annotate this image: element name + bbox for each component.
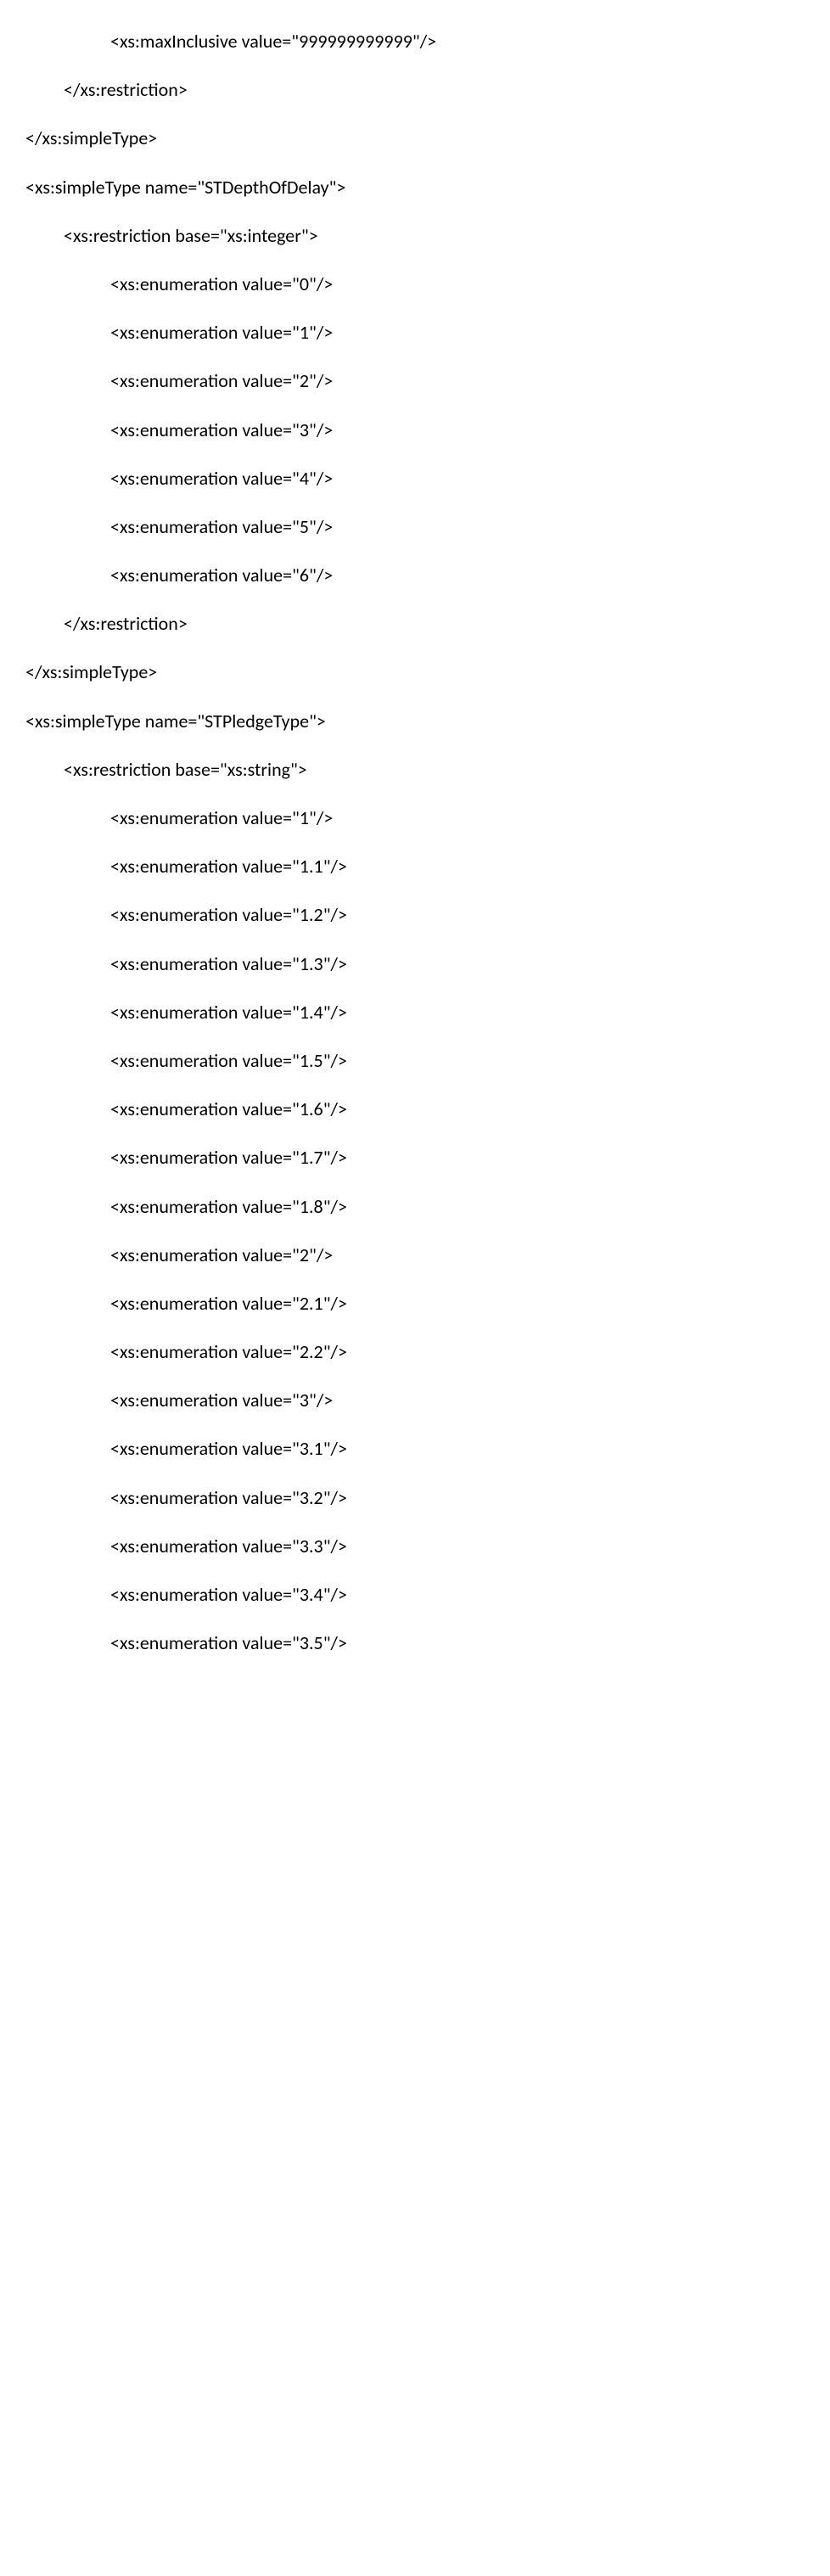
code-line: <xs:simpleType name="STPledgeType"> bbox=[0, 697, 830, 745]
code-line: <xs:enumeration value="1.5"/> bbox=[0, 1036, 830, 1085]
code-line: <xs:enumeration value="2.2"/> bbox=[0, 1327, 830, 1376]
code-line: </xs:restriction> bbox=[0, 65, 830, 114]
code-line: <xs:simpleType name="STDepthOfDelay"> bbox=[0, 163, 830, 211]
xml-code-block: <xs:maxInclusive value="999999999999"/><… bbox=[0, 0, 830, 1701]
code-line: <xs:enumeration value="1.4"/> bbox=[0, 988, 830, 1036]
code-line: <xs:enumeration value="3.2"/> bbox=[0, 1473, 830, 1522]
code-line: <xs:restriction base="xs:string"> bbox=[0, 745, 830, 794]
code-line: <xs:enumeration value="3.4"/> bbox=[0, 1570, 830, 1619]
code-line: </xs:simpleType> bbox=[0, 114, 830, 162]
code-line: <xs:enumeration value="5"/> bbox=[0, 502, 830, 551]
code-line: </xs:restriction> bbox=[0, 599, 830, 648]
code-line: <xs:restriction base="xs:integer"> bbox=[0, 211, 830, 260]
code-line: <xs:enumeration value="2"/> bbox=[0, 1231, 830, 1279]
code-line: <xs:maxInclusive value="999999999999"/> bbox=[0, 17, 830, 65]
code-line: <xs:enumeration value="3.3"/> bbox=[0, 1522, 830, 1570]
code-line: <xs:enumeration value="1"/> bbox=[0, 308, 830, 356]
code-line: <xs:enumeration value="1"/> bbox=[0, 794, 830, 842]
code-line: <xs:enumeration value="1.8"/> bbox=[0, 1182, 830, 1231]
code-line: <xs:enumeration value="0"/> bbox=[0, 260, 830, 308]
code-line: <xs:enumeration value="1.3"/> bbox=[0, 940, 830, 988]
code-line: <xs:enumeration value="1.2"/> bbox=[0, 890, 830, 939]
code-line: </xs:simpleType> bbox=[0, 648, 830, 696]
code-line: <xs:enumeration value="3.1"/> bbox=[0, 1424, 830, 1473]
code-line: <xs:enumeration value="6"/> bbox=[0, 551, 830, 599]
code-line: <xs:enumeration value="3"/> bbox=[0, 1376, 830, 1424]
code-line: <xs:enumeration value="1.7"/> bbox=[0, 1133, 830, 1181]
code-line: <xs:enumeration value="2.1"/> bbox=[0, 1279, 830, 1327]
code-line: <xs:enumeration value="2"/> bbox=[0, 356, 830, 405]
code-line: <xs:enumeration value="3"/> bbox=[0, 406, 830, 454]
code-line: <xs:enumeration value="1.6"/> bbox=[0, 1085, 830, 1133]
code-line: <xs:enumeration value="4"/> bbox=[0, 454, 830, 502]
code-line: <xs:enumeration value="3.5"/> bbox=[0, 1619, 830, 1667]
code-line: <xs:enumeration value="1.1"/> bbox=[0, 842, 830, 890]
